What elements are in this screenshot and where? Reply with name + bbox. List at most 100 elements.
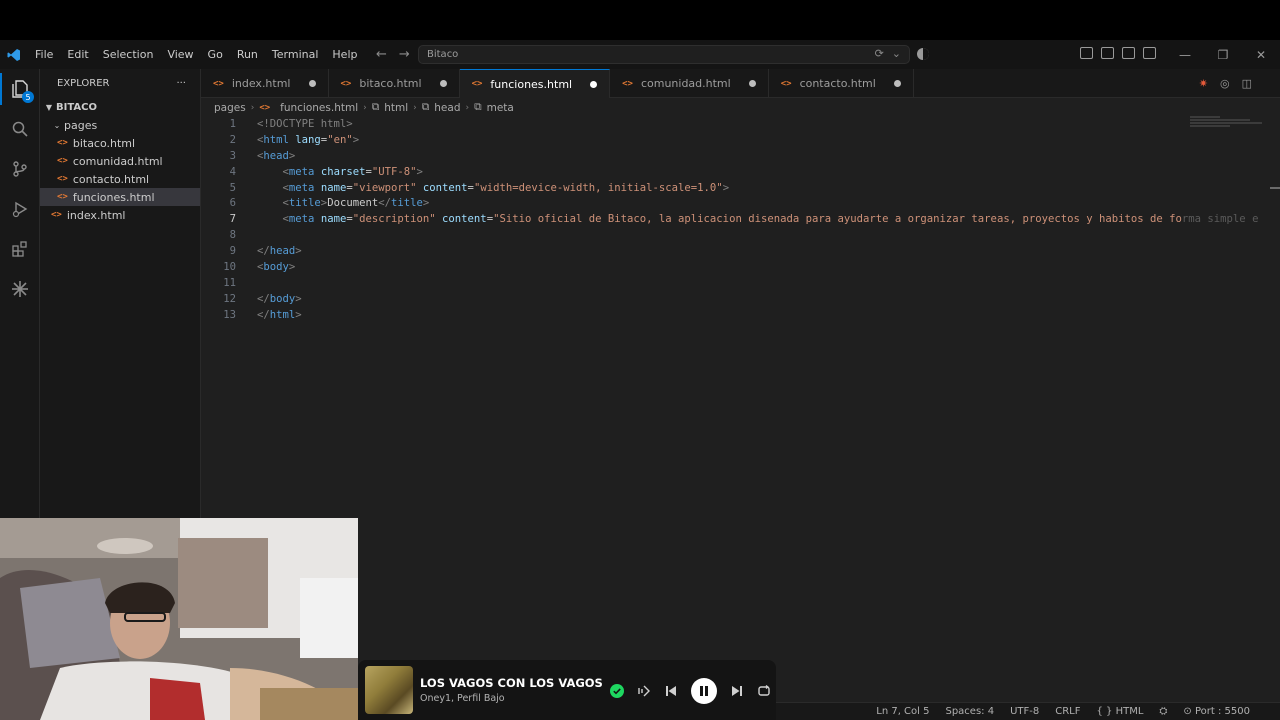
chevron-down-icon: ⌄ [53,120,61,130]
language-mode[interactable]: { } HTML [1097,706,1144,717]
tab-label: bitaco.html [359,77,422,90]
tab-funciones[interactable]: <> funciones.html [459,69,611,98]
element-icon: ⧉ [474,101,482,113]
tree-file-item[interactable]: <> bitaco.html [40,134,200,152]
media-player: LOS VAGOS CON LOS VAGOS Oney1, Perfil Ba… [358,660,776,720]
vscode-logo-icon [0,40,28,69]
line-number: 1 [229,117,236,130]
menu-view[interactable]: View [160,40,200,69]
next-track-icon[interactable] [730,684,744,698]
menu-help[interactable]: Help [325,40,364,69]
album-art [365,666,413,714]
back-arrow-icon[interactable]: ← [376,47,387,62]
doctype: <!DOCTYPE html> [257,117,353,130]
pause-button[interactable] [691,678,717,704]
unsaved-dot-icon[interactable] [748,80,756,87]
unsaved-dot-icon[interactable] [439,80,447,87]
folder-pages[interactable]: ⌄ pages [40,116,200,134]
tab-index[interactable]: <> index.html [201,69,329,98]
webcam-overlay [0,518,358,720]
chevron-down-icon: ▼ [45,102,53,112]
code-line: 10 <body> [201,259,1280,275]
tree-file-label: comunidad.html [72,154,163,168]
menu-selection[interactable]: Selection [96,40,161,69]
code-line: 13 </html> [201,307,1280,323]
breadcrumb-item[interactable]: head [434,102,460,114]
close-icon[interactable]: ✕ [1242,48,1280,62]
breadcrumb-item[interactable]: meta [487,102,514,114]
explorer-more-icon[interactable]: ··· [176,78,186,89]
menu-terminal[interactable]: Terminal [265,40,326,69]
tab-bitaco[interactable]: <> bitaco.html [329,69,460,98]
toggle-primary-sidebar-icon[interactable] [1101,47,1114,59]
code-line: 1 <!DOCTYPE html> [201,116,1280,132]
code-editor[interactable]: pages › <> funciones.html › ⧉ html › ⧉ h… [201,98,1280,702]
copilot-status-icon[interactable]: ⛭ [1159,706,1167,717]
menu-file[interactable]: File [28,40,60,69]
tab-contacto[interactable]: <> contacto.html [769,69,914,98]
live-server-icon[interactable]: ✷ [1199,77,1208,90]
html-file-icon: <> [57,138,68,148]
copilot-chat-icon[interactable]: ⟳ [875,47,884,60]
explorer-icon[interactable]: 5 [0,69,40,109]
tree-file-item-selected[interactable]: <> funciones.html [40,188,200,206]
tab-label: index.html [231,77,291,90]
line-number: 6 [229,197,236,210]
unsaved-dot-icon[interactable] [308,80,316,87]
tree-file-item[interactable]: <> contacto.html [40,170,200,188]
run-debug-icon[interactable] [0,189,40,229]
code-area[interactable]: 1 <!DOCTYPE html> 2 <html lang="en"> 3 <hea… [201,116,1280,323]
encoding[interactable]: UTF-8 [1010,706,1039,717]
copilot-icon[interactable] [916,47,930,61]
chevron-down-icon[interactable]: ⌄ [892,47,901,60]
command-center-search[interactable]: Bitaco ⟳ ⌄ [418,45,910,64]
liked-check-icon[interactable] [610,684,624,698]
element-icon: ⧉ [371,101,380,113]
unsaved-dot-icon[interactable] [590,80,598,88]
line-number: 5 [229,181,236,194]
track-title: LOS VAGOS CON LOS VAGOS [420,676,603,690]
tree-file-item[interactable]: <> index.html [40,206,200,224]
repeat-icon[interactable] [757,684,771,698]
ai-extension-icon[interactable] [0,269,40,309]
forward-arrow-icon[interactable]: → [399,47,410,62]
extensions-icon[interactable] [0,229,40,269]
code-line-current: 7 <meta name="description" content="Siti… [201,211,1280,227]
folder-root[interactable]: ▼ BITACO [40,98,200,116]
menu-run[interactable]: Run [230,40,265,69]
line-number: 13 [223,308,236,321]
restore-icon[interactable]: ❐ [1204,48,1242,62]
breadcrumb-item[interactable]: html [384,102,408,114]
unsaved-dot-icon[interactable] [893,80,901,87]
customize-layout-icon[interactable] [1080,47,1093,59]
live-server-port[interactable]: ⊙ Port : 5500 [1183,706,1250,717]
menu-go[interactable]: Go [201,40,230,69]
chevron-right-icon: › [250,102,255,113]
tab-comunidad[interactable]: <> comunidad.html [610,69,769,98]
code-line: 3 <head> [201,148,1280,164]
globe-icon[interactable]: ◎ [1220,77,1230,90]
line-number: 7 [229,213,236,226]
toggle-secondary-sidebar-icon[interactable] [1143,47,1156,59]
indentation[interactable]: Spaces: 4 [945,706,994,717]
source-control-icon[interactable] [0,149,40,189]
minimize-icon[interactable]: — [1166,48,1204,62]
previous-track-icon[interactable] [664,684,678,698]
connect-device-icon[interactable] [637,684,651,698]
cursor-position[interactable]: Ln 7, Col 5 [876,706,929,717]
line-number: 9 [229,245,236,258]
minimap[interactable] [1190,116,1270,136]
breadcrumb-item[interactable]: pages [214,102,246,114]
breadcrumb-item[interactable]: funciones.html [280,102,358,114]
search-icon[interactable] [0,109,40,149]
line-number: 4 [229,165,236,178]
folder-pages-label: pages [64,118,98,132]
scrollbar-marker[interactable] [1270,187,1280,189]
line-ending[interactable]: CRLF [1055,706,1080,717]
html-file-icon: <> [57,156,68,166]
tree-file-item[interactable]: <> comunidad.html [40,152,200,170]
html-file-icon: <> [622,78,633,89]
menu-edit[interactable]: Edit [60,40,95,69]
split-editor-icon[interactable]: ◫ [1242,77,1252,90]
toggle-panel-icon[interactable] [1122,47,1135,59]
